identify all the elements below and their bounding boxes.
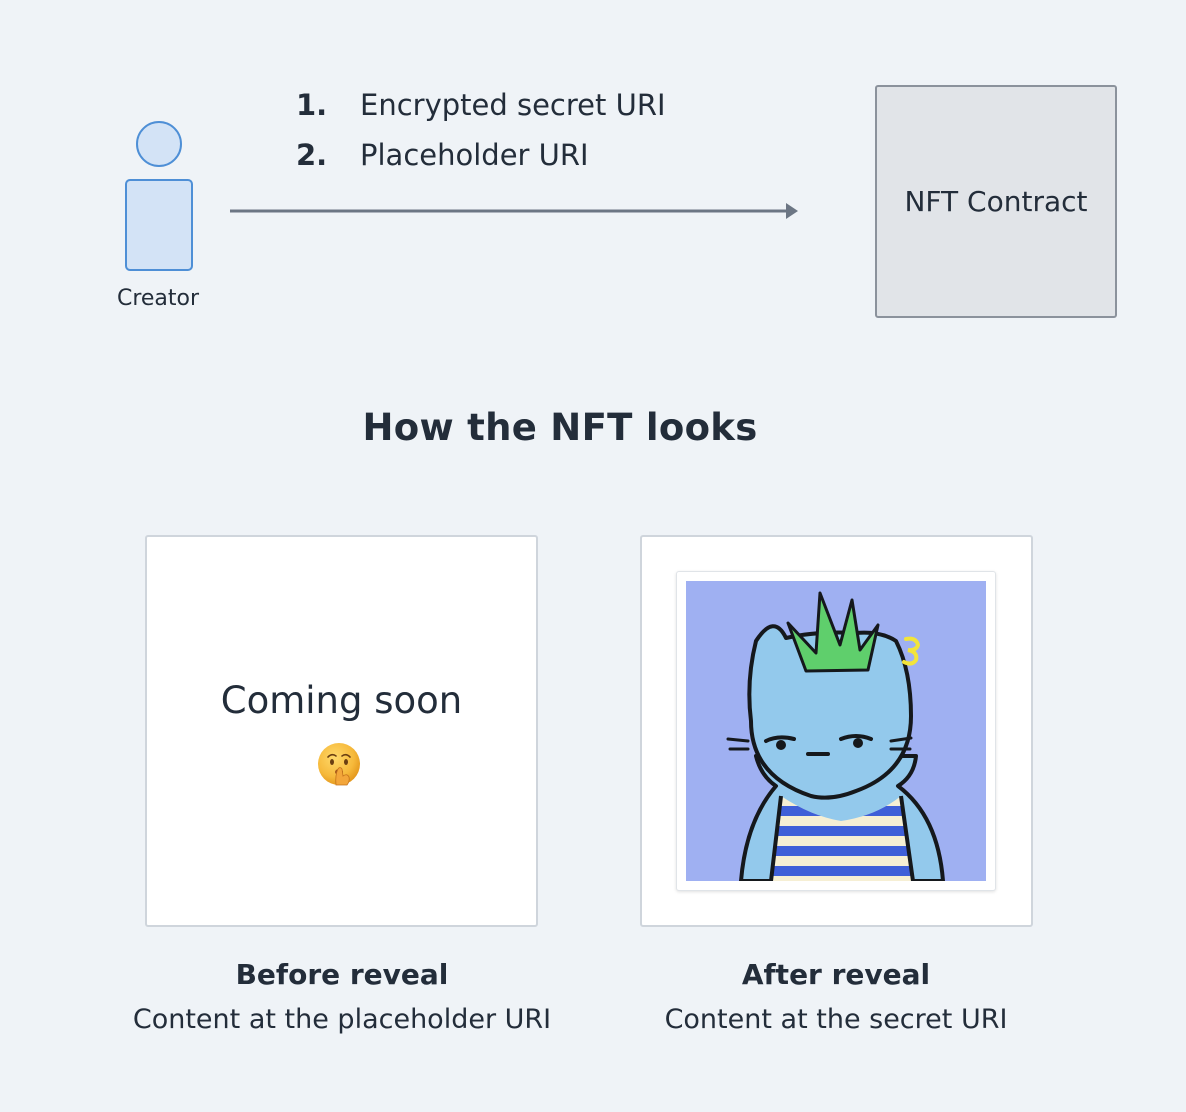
shushing-face-icon [318,743,360,786]
step-2: 2. Placeholder URI [296,138,589,172]
creator-head [136,121,182,167]
step-2-number: 2. [296,138,328,172]
after-reveal-title: After reveal [741,958,931,991]
before-reveal-subtitle: Content at the placeholder URI [132,1004,552,1035]
nft-cat-character-image [686,581,986,881]
after-reveal-card [640,535,1033,927]
step-1: 1. Encrypted secret URI [296,88,666,122]
creator-body [125,179,193,271]
coming-soon-text: Coming soon [220,679,463,722]
after-reveal-subtitle: Content at the secret URI [664,1004,1008,1035]
nft-image-frame [676,571,996,891]
creator-label: Creator [116,286,200,311]
nft-contract-box: NFT Contract [875,85,1117,318]
flow-arrow-head [786,203,798,219]
section-title: How the NFT looks [362,406,758,449]
before-reveal-card: Coming soon [145,535,538,927]
nft-contract-label: NFT Contract [904,185,1088,218]
creator-figure [122,118,196,278]
before-reveal-title: Before reveal [235,958,449,991]
step-1-number: 1. [296,88,328,122]
step-1-text: Encrypted secret URI [360,88,666,122]
step-2-text: Placeholder URI [360,138,589,172]
flow-arrow [230,203,798,219]
